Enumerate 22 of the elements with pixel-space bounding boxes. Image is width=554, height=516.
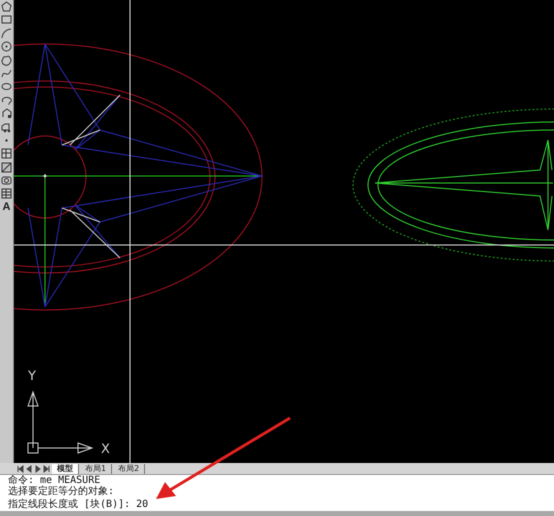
command-history-line: 命令: me MEASURE: [8, 475, 102, 486]
spline-icon[interactable]: [1, 68, 12, 79]
cloud-icon[interactable]: [1, 54, 12, 66]
arc-icon[interactable]: [1, 28, 12, 39]
last-icon[interactable]: [43, 464, 51, 472]
rectangle-icon[interactable]: [1, 14, 12, 26]
command-prompt[interactable]: 指定线段长度或 [块(B)]: 20: [8, 499, 554, 510]
table-icon[interactable]: [1, 188, 12, 200]
polygon-icon[interactable]: [1, 1, 12, 12]
hatch-icon[interactable]: [1, 148, 12, 160]
ellipse-arc-icon[interactable]: [1, 94, 12, 106]
ellipse-icon[interactable]: [1, 81, 12, 92]
region-icon[interactable]: [1, 175, 12, 186]
first-icon[interactable]: [16, 464, 24, 472]
circle-icon[interactable]: [1, 41, 12, 52]
gradient-icon[interactable]: [1, 162, 12, 173]
ucs-icon: [28, 390, 94, 454]
text-tool-button[interactable]: A: [2, 202, 10, 213]
layout-tab[interactable]: 模型: [52, 464, 79, 474]
axis-label: Y: [28, 369, 36, 384]
command-history-line: 选择要定距等分的对象:: [8, 486, 116, 497]
axis-label: X: [101, 442, 110, 457]
